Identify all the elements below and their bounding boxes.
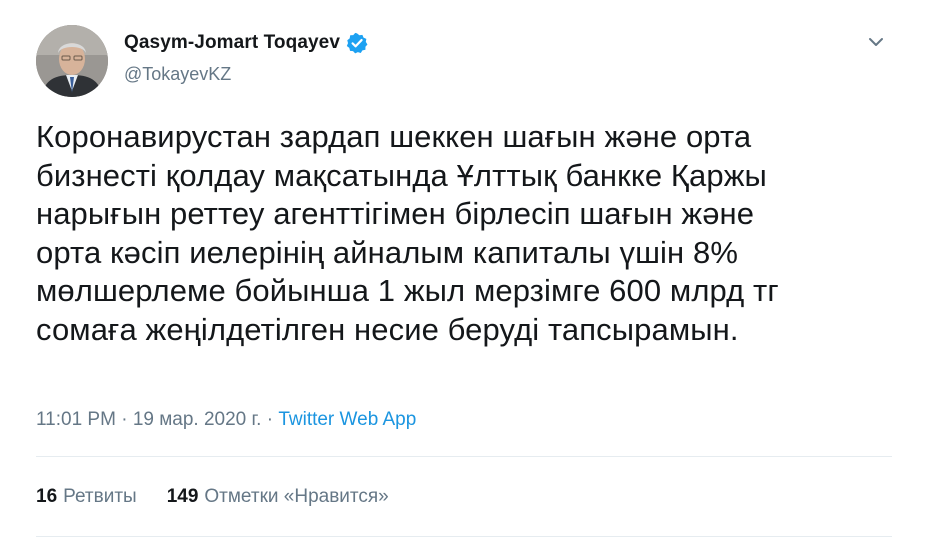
tweet-source-link[interactable]: Twitter Web App	[278, 409, 416, 430]
chevron-down-icon[interactable]	[862, 28, 890, 56]
divider	[36, 456, 892, 457]
tweet-date[interactable]: 19 мар. 2020 г.	[133, 409, 262, 430]
meta-separator: ·	[261, 409, 279, 430]
tweet-text: Коронавирустан зардап шеккен шағын және …	[36, 119, 779, 347]
tweet-meta: 11:01 PM · 19 мар. 2020 г. · Twitter Web…	[36, 409, 416, 431]
tweet-stats: 16 Ретвиты 149 Отметки «Нравится»	[36, 486, 389, 508]
meta-separator: ·	[115, 409, 133, 430]
likes-stat[interactable]: 149 Отметки «Нравится»	[167, 486, 389, 508]
retweets-stat[interactable]: 16 Ретвиты	[36, 486, 137, 508]
tweet-time[interactable]: 11:01 PM	[36, 409, 116, 430]
author-handle[interactable]: @TokayevKZ	[124, 64, 231, 85]
author-name[interactable]: Qasym-Jomart Toqayev	[124, 32, 340, 54]
retweets-label: Ретвиты	[63, 486, 137, 507]
likes-label: Отметки «Нравится»	[204, 486, 389, 507]
avatar[interactable]	[36, 25, 108, 97]
author-name-row[interactable]: Qasym-Jomart Toqayev	[124, 32, 368, 54]
retweets-count: 16	[36, 486, 58, 507]
likes-count: 149	[166, 486, 199, 507]
divider	[36, 536, 892, 537]
tweet-card: Qasym-Jomart Toqayev @TokayevKZ Коронави…	[0, 0, 927, 549]
verified-badge-icon	[346, 32, 368, 54]
